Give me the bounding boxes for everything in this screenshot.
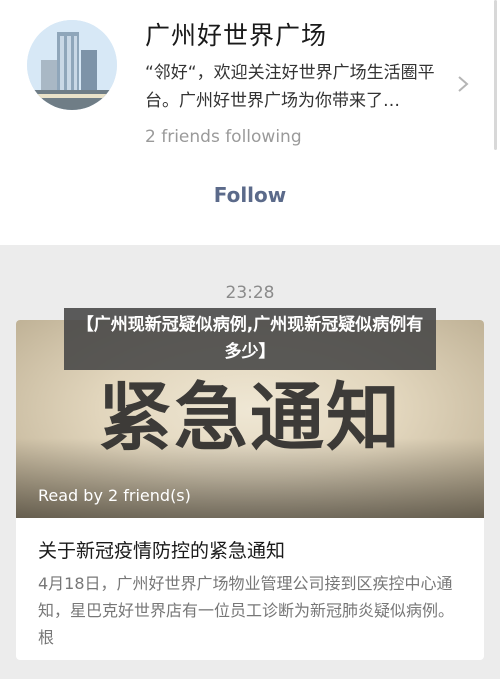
account-name[interactable]: 广州好世界广场: [145, 16, 327, 52]
building-photo-icon: [27, 20, 117, 110]
account-avatar[interactable]: [27, 20, 117, 110]
scroll-indicator: [494, 0, 497, 150]
overlay-caption-text: 【广州现新冠疑似病例,广州现新冠疑似病例有多少】: [76, 315, 424, 362]
account-profile-card[interactable]: 广州好世界广场 “邻好“，欢迎关注好世界广场生活圈平台。广州好世界广场为你带来了…: [0, 0, 500, 245]
friends-following-count: 2 friends following: [145, 127, 302, 147]
article-card[interactable]: 紧急通知 Read by 2 friend(s) 关于新冠疫情防控的紧急通知 4…: [16, 320, 484, 660]
chevron-right-icon[interactable]: [453, 74, 473, 94]
follow-button[interactable]: Follow: [200, 178, 300, 212]
overlay-caption-banner: 【广州现新冠疑似病例,广州现新冠疑似病例有多少】: [64, 308, 436, 370]
cover-shade: [16, 438, 484, 518]
account-intro[interactable]: “邻好“，欢迎关注好世界广场生活圈平台。广州好世界广场为你带来了…: [145, 59, 453, 115]
message-timestamp: 23:28: [225, 283, 275, 303]
read-by-friends: Read by 2 friend(s): [38, 486, 191, 505]
article-title[interactable]: 关于新冠疫情防控的紧急通知: [38, 536, 468, 563]
article-digest: 4月18日，广州好世界广场物业管理公司接到区疾控中心通知，星巴克好世界店有一位员…: [38, 574, 455, 647]
